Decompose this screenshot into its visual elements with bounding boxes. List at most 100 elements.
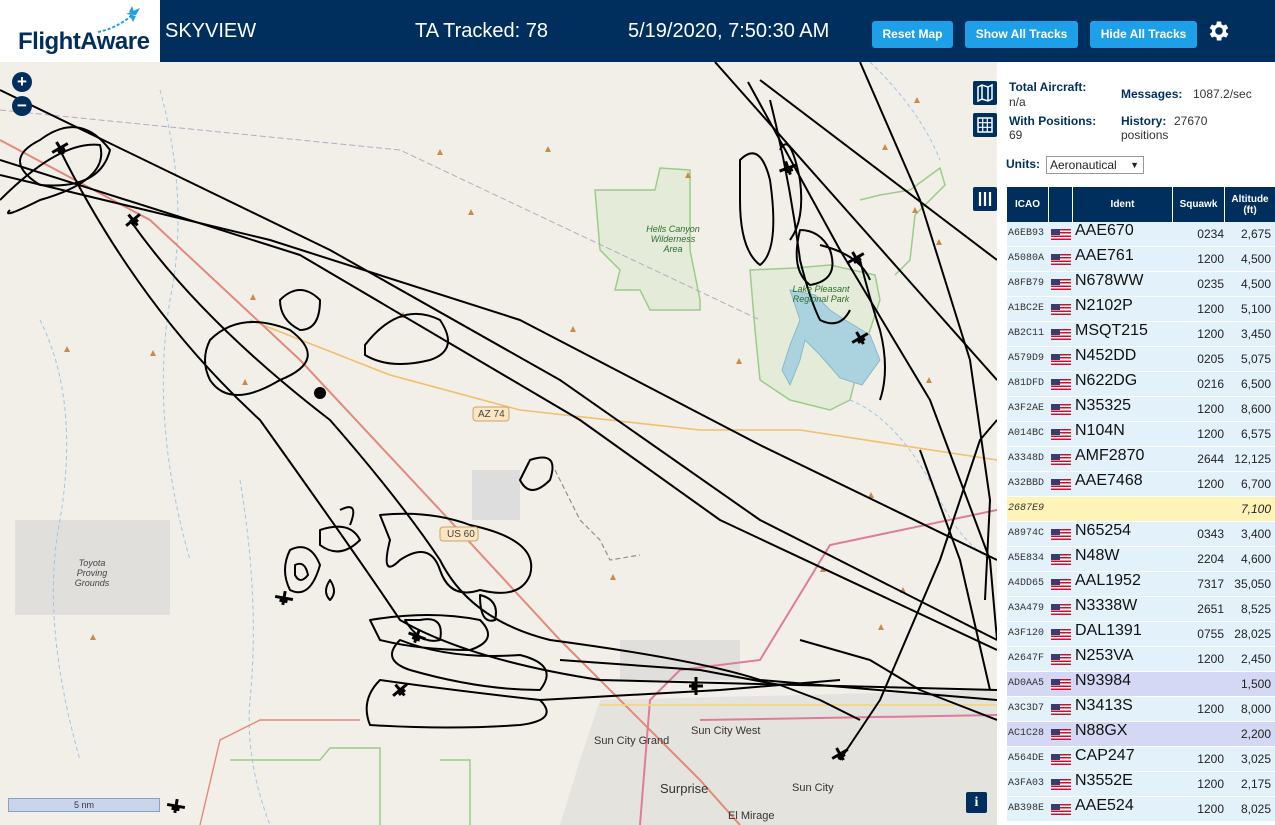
table-row[interactable]: A3F120 DAL1391 0755 28,025 (1007, 622, 1275, 647)
ident-cell: N93984 (1075, 672, 1132, 689)
units-label: Units: (1006, 157, 1040, 171)
aircraft-sidebar: Total Aircraft: n/a With Positions: 69 M… (997, 62, 1275, 825)
map-layers-button[interactable] (973, 81, 997, 105)
reset-map-button[interactable]: Reset Map (872, 21, 953, 48)
map-view[interactable]: Hells Canyon Wilderness Area Lake Pleasa… (0, 62, 997, 825)
squawk-cell: 0216 (1197, 377, 1224, 391)
label-us60: US 60 (447, 529, 475, 540)
squawk-cell (1175, 672, 1224, 696)
country-flag-cell (1051, 597, 1071, 621)
col-icao[interactable]: ICAO (1007, 187, 1049, 222)
table-row[interactable]: AC1C28 N88GX 2,200 (1007, 722, 1275, 747)
ident-cell (1075, 497, 1175, 521)
table-row[interactable]: A3C3D7 N3413S 1200 8,000 (1007, 697, 1275, 722)
units-select[interactable]: Aeronautical ▼ (1046, 156, 1144, 174)
country-flag-cell (1051, 797, 1071, 821)
ident-cell: N678WW (1075, 272, 1144, 289)
info-button[interactable]: i (966, 792, 987, 813)
table-row[interactable]: A2647F N253VA 1200 2,450 (1007, 647, 1275, 672)
table-row[interactable]: A32BBD AAE7468 1200 6,700 (1007, 472, 1275, 497)
table-row[interactable]: A6EB93 AAE670 0234 2,675 (1007, 222, 1275, 247)
us-flag-icon (1051, 604, 1071, 615)
table-row[interactable]: A81DFD N622DG 0216 6,500 (1007, 372, 1275, 397)
altitude-cell: 2,175 (1240, 777, 1271, 791)
table-row[interactable]: A5E834 N48W 2204 4,600 (1007, 547, 1275, 572)
squawk-cell: 0235 (1197, 277, 1224, 291)
sidebar-toggle-button[interactable] (973, 187, 997, 211)
show-all-tracks-button[interactable]: Show All Tracks (965, 21, 1078, 48)
us-flag-icon (1051, 779, 1071, 790)
icao-cell: A3A479 (1008, 603, 1045, 614)
altitude-cell: 5,100 (1240, 302, 1271, 316)
table-row[interactable]: A579D9 N452DD 0205 5,075 (1007, 347, 1275, 372)
table-row[interactable]: A3348D AMF2870 2644 12,125 (1007, 447, 1275, 472)
tracked-count: TA Tracked: 78 (415, 20, 549, 42)
altitude-cell: 4,500 (1240, 277, 1271, 291)
table-row[interactable]: A564DE CAP247 1200 3,025 (1007, 747, 1275, 772)
squawk-cell: 2204 (1197, 552, 1224, 566)
gear-icon[interactable] (1206, 18, 1232, 44)
zoom-in-button[interactable]: + (12, 72, 32, 92)
table-row[interactable]: A014BC N104N 1200 6,575 (1007, 422, 1275, 447)
table-row[interactable]: A5080A AAE761 1200 4,500 (1007, 247, 1275, 272)
logo-text: FlightAware (18, 28, 150, 55)
icao-cell: A2647F (1008, 653, 1045, 664)
altitude-cell: 6,575 (1240, 427, 1271, 441)
us-flag-icon (1051, 479, 1071, 490)
icao-cell: A579D9 (1008, 353, 1045, 364)
country-flag-cell (1051, 522, 1071, 546)
col-squawk[interactable]: Squawk (1173, 187, 1225, 222)
altitude-cell: 3,450 (1240, 327, 1271, 341)
hide-all-tracks-button[interactable]: Hide All Tracks (1090, 21, 1197, 48)
ident-cell: AAE7468 (1075, 472, 1143, 489)
altitude-cell: 35,050 (1234, 577, 1271, 591)
col-altitude[interactable]: Altitude (ft) (1225, 187, 1275, 222)
icao-cell: A32BBD (1008, 478, 1045, 489)
table-row[interactable]: A8974C N65254 0343 3,400 (1007, 522, 1275, 547)
map-canvas[interactable] (0, 62, 997, 825)
icao-cell: A3FA03 (1008, 778, 1045, 789)
flightaware-logo[interactable]: FlightAware (0, 0, 160, 62)
table-row[interactable]: A8FB79 N678WW 0235 4,500 (1007, 272, 1275, 297)
table-row[interactable]: AB2C11 MSQT215 1200 3,450 (1007, 322, 1275, 347)
ident-cell: N88GX (1075, 722, 1128, 739)
altitude-cell: 2,200 (1240, 727, 1271, 741)
table-body: A6EB93 AAE670 0234 2,675 A5080A AAE761 1200 4,5… (1007, 222, 1275, 822)
total-aircraft-label: Total Aircraft: (1009, 80, 1087, 94)
table-row[interactable]: A3A479 N3338W 2651 8,525 (1007, 597, 1275, 622)
col-ident[interactable]: Ident (1073, 187, 1173, 222)
ident-cell: N48W (1075, 547, 1120, 564)
us-flag-icon (1051, 679, 1071, 690)
units-selected-value: Aeronautical (1050, 158, 1117, 172)
ident-cell: AMF2870 (1075, 447, 1145, 464)
squawk-cell: 7317 (1197, 577, 1224, 591)
icao-cell: A4DD65 (1008, 578, 1045, 589)
grid-toggle-button[interactable] (973, 113, 997, 137)
country-flag-cell (1051, 397, 1071, 421)
table-row[interactable]: 2687E9 7,100 (1007, 497, 1275, 522)
country-flag-cell (1051, 272, 1071, 296)
country-flag-cell (1051, 322, 1071, 346)
ident-cell: N35325 (1075, 397, 1132, 414)
table-row[interactable]: AD0AA5 N93984 1,500 (1007, 672, 1275, 697)
grid-icon (977, 117, 993, 133)
columns-icon (978, 192, 992, 206)
ident-cell: N3413S (1075, 697, 1133, 714)
label-sun-city: Sun City (792, 782, 834, 794)
altitude-cell: 8,025 (1240, 802, 1271, 816)
col-flag[interactable] (1049, 187, 1073, 222)
icao-cell: A8FB79 (1008, 278, 1045, 289)
table-row[interactable]: A4DD65 AAL1952 7317 35,050 (1007, 572, 1275, 597)
ident-cell: CAP247 (1075, 747, 1135, 764)
table-row[interactable]: A1BC2E N2102P 1200 5,100 (1007, 297, 1275, 322)
table-row[interactable]: A3F2AE N35325 1200 8,600 (1007, 397, 1275, 422)
us-flag-icon (1051, 304, 1071, 315)
table-row[interactable]: AB398E AAE524 1200 8,025 (1007, 797, 1275, 822)
zoom-out-button[interactable]: − (12, 96, 32, 116)
icao-cell: A564DE (1008, 753, 1045, 764)
label-sun-city-grand: Sun City Grand (594, 735, 670, 747)
us-flag-icon (1051, 754, 1071, 765)
table-row[interactable]: A3FA03 N3552E 1200 2,175 (1007, 772, 1275, 797)
table-header: ICAO Ident Squawk Altitude (ft) (1007, 187, 1275, 222)
altitude-cell: 12,125 (1234, 452, 1271, 466)
